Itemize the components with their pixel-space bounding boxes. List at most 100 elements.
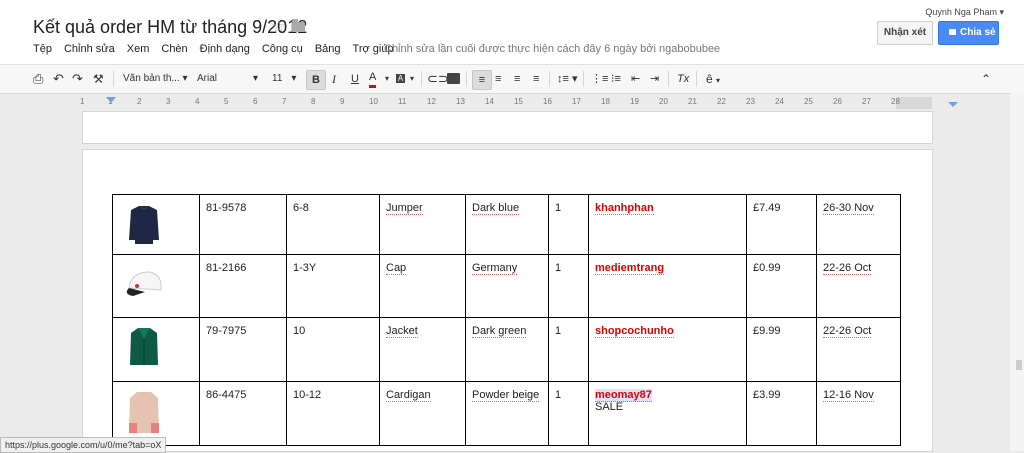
chevron-down-icon[interactable]: ▾	[385, 70, 389, 88]
ruler-number: 22	[717, 97, 726, 106]
font-size-select[interactable]: 11 ▾	[272, 70, 296, 88]
product-image-cell	[112, 317, 200, 382]
vertical-scrollbar[interactable]	[1010, 93, 1024, 451]
product-code: 81-9578	[199, 194, 287, 255]
table-row: 81-2166 1-3Y Cap Germany 1 mediemtrang £…	[112, 254, 901, 318]
ruler-number: 4	[195, 97, 200, 106]
share-button[interactable]: Chia sẻ	[938, 21, 999, 45]
increase-indent-icon[interactable]: ⇥	[650, 70, 659, 88]
bulleted-list-icon[interactable]: ⁝≡	[611, 70, 621, 88]
style-select[interactable]: Văn bản th... ▾	[123, 70, 188, 88]
ruler-number: 8	[311, 97, 316, 106]
underline-button[interactable]: U	[351, 70, 359, 88]
ruler-number: 1	[80, 97, 85, 106]
ruler-number: 17	[572, 97, 581, 106]
product-size: 10-12	[286, 381, 380, 446]
ruler-number: 18	[601, 97, 610, 106]
redo-icon[interactable]: ↷	[72, 70, 83, 88]
menu-file[interactable]: Tệp	[33, 43, 52, 55]
lock-icon	[949, 29, 956, 36]
item-text: Jacket	[386, 325, 418, 338]
align-center-icon[interactable]: ≡	[495, 70, 501, 88]
align-left-icon[interactable]: ≡	[472, 70, 492, 90]
clear-formatting-icon[interactable]: Tx	[677, 70, 689, 88]
share-label: Chia sẻ	[960, 27, 996, 38]
ruler-number: 25	[804, 97, 813, 106]
text-color-button[interactable]: A	[369, 70, 377, 88]
cap-thumbnail[interactable]	[119, 262, 169, 306]
toolbar-divider	[113, 71, 114, 87]
ruler-number: 6	[253, 97, 258, 106]
product-item: Jumper	[379, 194, 466, 255]
order-table: 81-9578 6-8 Jumper Dark blue 1 khanhphan…	[112, 194, 901, 446]
delivery-date: 22-26 Oct	[816, 317, 901, 382]
toolbar-divider	[466, 71, 467, 87]
product-qty: 1	[548, 254, 589, 318]
undo-icon[interactable]: ↶	[53, 70, 64, 88]
menu-insert[interactable]: Chèn	[161, 43, 187, 55]
ruler-number: 13	[456, 97, 465, 106]
folder-icon[interactable]	[292, 19, 305, 32]
input-tools-button[interactable]: ê ▾	[706, 70, 720, 88]
item-text: Jumper	[386, 202, 423, 215]
bold-button[interactable]: B	[306, 70, 326, 90]
print-icon[interactable]: ⎙	[33, 70, 43, 88]
align-right-icon[interactable]: ≡	[514, 70, 520, 88]
buyer-name: shopcochunho	[595, 325, 674, 338]
ruler-number: 12	[427, 97, 436, 106]
menu-edit[interactable]: Chỉnh sửa	[64, 43, 115, 55]
decrease-indent-icon[interactable]: ⇤	[631, 70, 640, 88]
user-menu[interactable]: Quynh Nga Pham ▾	[925, 7, 1004, 18]
chevron-down-icon[interactable]: ▾	[410, 70, 414, 88]
menu-table[interactable]: Bảng	[315, 43, 341, 55]
product-size: 6-8	[286, 194, 380, 255]
cardigan-thumbnail[interactable]	[119, 389, 169, 433]
font-select[interactable]: Arial ▾	[197, 70, 258, 88]
color-text: Powder beige	[472, 389, 540, 402]
numbered-list-icon[interactable]: ⋮≡	[591, 70, 608, 88]
comment-icon[interactable]	[447, 73, 460, 84]
delivery-date: 12-16 Nov	[816, 381, 901, 446]
page-previous	[83, 112, 932, 143]
ruler: 1 1 2 3 4 5 6 7 8 9 10 11 12 13 14 15 16 17 18 19 20 21 22 23 24…	[80, 95, 932, 109]
last-edit-link[interactable]: Chỉnh sửa lần cuối được thực hiện cách đ…	[384, 43, 720, 55]
star-icon[interactable]: ☆	[271, 17, 286, 37]
jumper-thumbnail[interactable]	[119, 202, 169, 246]
date-text: 22-26 Oct	[823, 262, 872, 275]
collapse-toolbar-icon[interactable]: ⌃	[981, 70, 991, 88]
buyer-cell: khanhphan	[588, 194, 747, 255]
buyer-cell: mediemtrang	[588, 254, 747, 318]
indent-marker-icon[interactable]	[106, 97, 116, 103]
ruler-number: 19	[630, 97, 639, 106]
menu-tools[interactable]: Công cụ	[262, 43, 303, 55]
product-code: 79-7975	[199, 317, 287, 382]
product-price: £9.99	[746, 317, 817, 382]
italic-button[interactable]: I	[332, 70, 336, 88]
product-size: 1-3Y	[286, 254, 380, 318]
delivery-date: 26-30 Nov	[816, 194, 901, 255]
product-color: Powder beige	[465, 381, 549, 446]
font-value: Arial	[197, 73, 218, 84]
product-qty: 1	[548, 317, 589, 382]
font-size-value: 11	[272, 73, 283, 84]
paint-format-icon[interactable]: ⚒	[93, 70, 104, 88]
highlight-color-button[interactable]: A	[396, 74, 405, 83]
line-spacing-icon[interactable]: ↕≡ ▾	[557, 70, 578, 88]
product-item: Cardigan	[379, 381, 466, 446]
scrollbar-thumb[interactable]	[1016, 360, 1022, 370]
top-bar: Kết quả order HM từ tháng 9/2012 ☆ Tệp Ch…	[0, 0, 1024, 64]
product-size: 10	[286, 317, 380, 382]
right-indent-marker-icon[interactable]	[948, 102, 958, 107]
menu-view[interactable]: Xem	[127, 43, 150, 55]
toolbar-divider	[549, 71, 550, 87]
comments-button[interactable]: Nhận xét	[877, 21, 933, 45]
ruler-number: 16	[543, 97, 552, 106]
toolbar-divider	[421, 71, 422, 87]
ruler-number: 5	[224, 97, 229, 106]
ruler-number: 20	[659, 97, 668, 106]
jacket-thumbnail[interactable]	[119, 325, 169, 369]
link-icon[interactable]: ⊂⊃	[427, 70, 449, 88]
align-justify-icon[interactable]: ≡	[533, 70, 539, 88]
document-title[interactable]: Kết quả order HM từ tháng 9/2012	[33, 17, 307, 38]
menu-format[interactable]: Định dạng	[200, 43, 250, 55]
